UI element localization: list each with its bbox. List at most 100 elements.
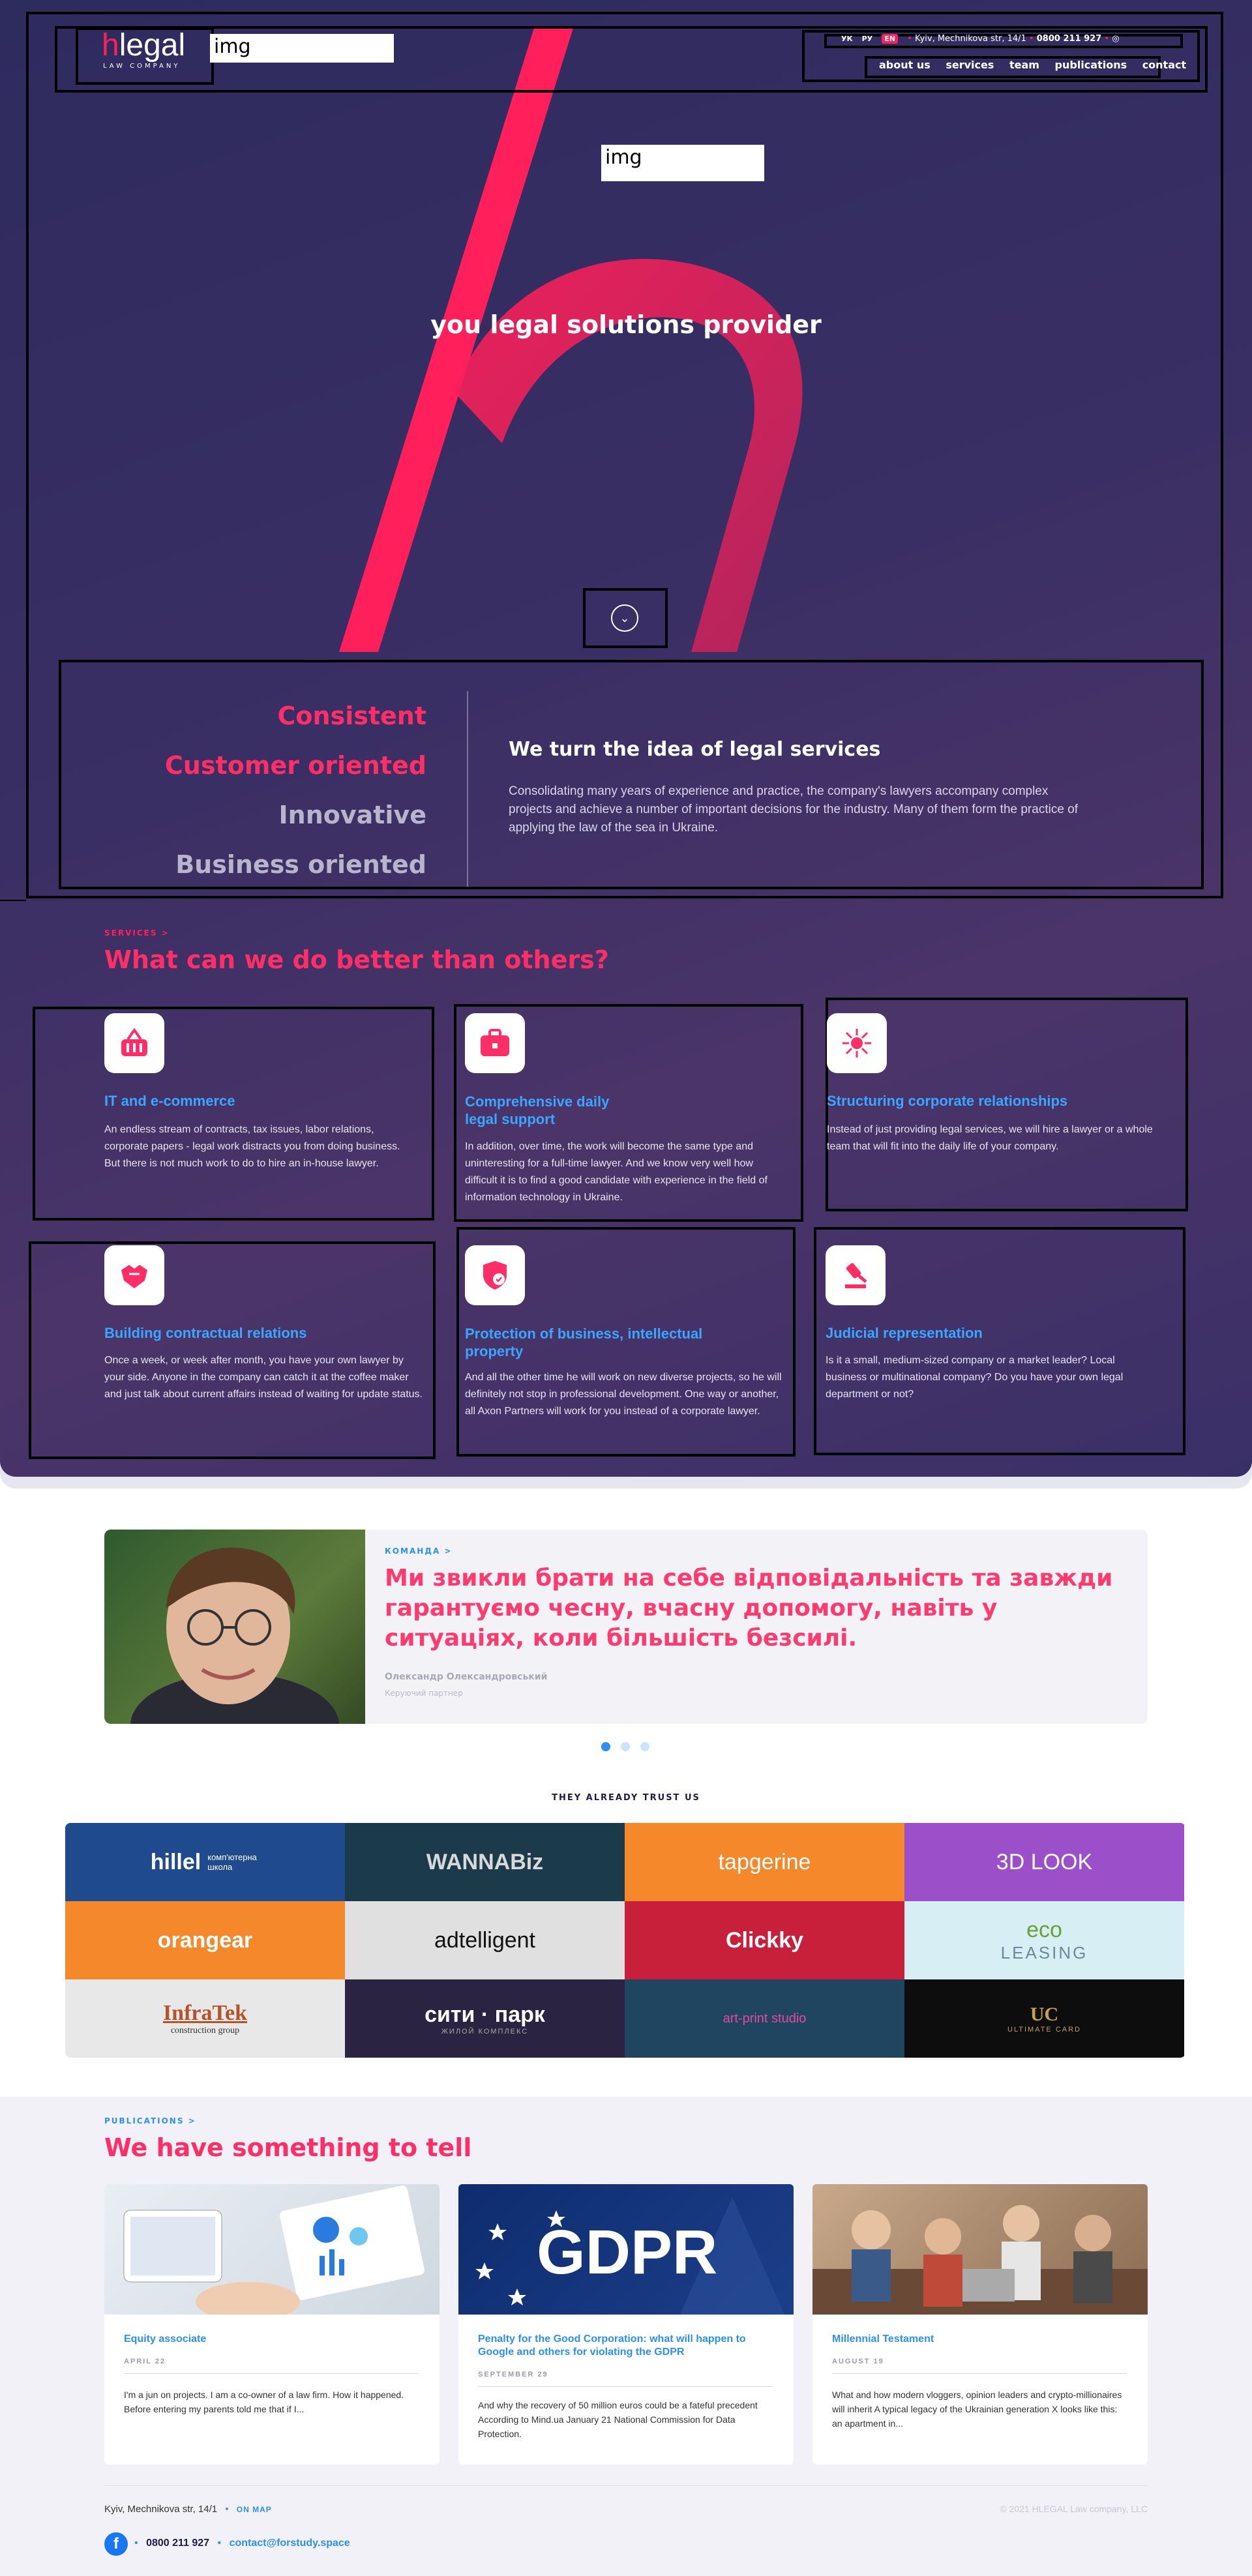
footer-bullet: • (225, 2504, 229, 2515)
client-logo-name: InfraTek (162, 2001, 248, 2025)
publication-title[interactable]: Penalty for the Good Corporation: what w… (478, 2333, 778, 2359)
logo[interactable]: hlegal LAW COMPANY (102, 29, 185, 70)
nav-about[interactable]: about us (879, 59, 931, 71)
gavel-icon (826, 1245, 886, 1305)
client-logo-name: adtelligent (434, 1927, 535, 1953)
service-card-outline (29, 1241, 436, 1459)
lang-ru[interactable]: РУ (862, 35, 873, 43)
trust-logo-grid: hillel комп'ютерна школа WANNABiz tapgeri… (65, 1823, 1185, 2058)
shopping-basket-icon (104, 1013, 164, 1073)
publications-heading: We have something to tell (104, 2133, 472, 2162)
service-text: Once a week, or week after month, you ha… (104, 1355, 423, 1400)
client-logo-3dlook[interactable]: 3D LOOK (904, 1823, 1184, 1901)
client-logo-eco-leasing[interactable]: eco LEASING (904, 1901, 1184, 1979)
client-logo-hillel[interactable]: hillel комп'ютерна школа (65, 1823, 345, 1901)
nav-team[interactable]: team (1009, 59, 1039, 71)
publication-card[interactable]: Equity associate APRIL 22 I'm a jun on p… (104, 2184, 440, 2465)
nav-contact[interactable]: contact (1142, 59, 1186, 71)
team-role: Керуючий партнер (385, 1689, 463, 1698)
footer-address: Kyiv, Mechnikova str, 14/1 (104, 2504, 218, 2515)
client-logo-art-print[interactable]: art-print studio (625, 1979, 904, 2058)
briefcase-icon (465, 1013, 525, 1073)
trust-heading: THEY ALREADY TRUST US (552, 1793, 700, 1803)
services-kicker[interactable]: SERVICES > (104, 928, 170, 938)
service-text: In addition, over time, the work will be… (465, 1141, 768, 1203)
publication-image: GDPR (458, 2184, 794, 2315)
globe-icon[interactable]: ◎ (1112, 34, 1119, 44)
client-logo-name: Clickky (725, 1927, 804, 1953)
value-customer-oriented: Customer oriented (164, 751, 426, 780)
team-kicker[interactable]: КОМАНДА > (385, 1547, 453, 1556)
divider (478, 2386, 773, 2387)
team-name: Олександр Олександровський (385, 1672, 548, 1682)
carousel-dot[interactable] (621, 1742, 630, 1751)
carousel-dot-active[interactable] (601, 1742, 610, 1751)
lang-en[interactable]: EN (882, 34, 899, 44)
lang-uk[interactable]: УК (841, 35, 852, 43)
client-logo-orangear[interactable]: orangear (65, 1901, 345, 1979)
publications-kicker[interactable]: PUBLICATIONS > (104, 2116, 196, 2125)
client-logo-clickky[interactable]: Clickky (625, 1901, 904, 1979)
service-title[interactable]: Judicial representation (826, 1325, 1165, 1342)
footer-bullet: • (134, 2538, 138, 2549)
header-phone[interactable]: 0800 211 927 (1037, 34, 1102, 44)
nav-publications[interactable]: publications (1055, 59, 1127, 71)
publication-card[interactable]: Millennial Testament AUGUST 19 What and … (812, 2184, 1148, 2465)
topline-bullet: • (1104, 34, 1110, 44)
client-logo-tapgerine[interactable]: tapgerine (625, 1823, 904, 1901)
footer-map-link[interactable]: ON MAP (237, 2505, 272, 2514)
service-title[interactable]: Structuring corporate relationships (827, 1093, 1166, 1110)
client-logo-sub: ULTIMATE CARD (1007, 2026, 1081, 2034)
client-logo-name: WANNABiz (426, 1849, 544, 1874)
services-heading: What can we do better than others? (104, 945, 609, 974)
service-text: Instead of just providing legal services… (827, 1124, 1153, 1152)
logo-text: legal (119, 28, 186, 63)
client-logo-ultimate-card[interactable]: UC ULTIMATE CARD (904, 1979, 1184, 2058)
client-logo-name: tapgerine (718, 1849, 811, 1874)
carousel-dot[interactable] (640, 1742, 649, 1751)
hero-tagline: you legal solutions provider (430, 310, 822, 339)
logo-h: h (102, 28, 119, 63)
chevron-down-icon[interactable]: ⌄ (611, 604, 638, 632)
footer-divider (104, 2485, 1148, 2486)
client-logo-adtelligent[interactable]: adtelligent (345, 1901, 625, 1979)
footer-bullet: • (217, 2538, 222, 2549)
publication-text: What and how modern vloggers, opinion le… (832, 2390, 1122, 2429)
service-title[interactable]: Comprehensive daily legal support (465, 1093, 634, 1128)
publication-date: APRIL 22 (124, 2358, 166, 2365)
topline-bullet: • (907, 34, 912, 44)
team-photo (104, 1530, 365, 1724)
client-logo-name: hillel (150, 1849, 201, 1874)
client-logo-city-park[interactable]: сити · парк ЖИЛОЙ КОМПЛЕКС (345, 1979, 625, 2058)
header-address[interactable]: Kyiv, Mechnikova str, 14/1 (915, 34, 1026, 44)
value-innovative: Innovative (278, 801, 427, 829)
publication-text: I'm a jun on projects. I am a co-owner o… (124, 2390, 404, 2414)
footer-copyright: © 2021 HLEGAL Law company, LLC (1000, 2504, 1148, 2514)
image-placeholder: img (601, 145, 764, 181)
divider (124, 2373, 419, 2374)
values-divider (467, 691, 468, 887)
footer-contacts: • 0800 211 927 • contact@forstudy.space (134, 2538, 350, 2549)
service-card-outline (33, 1007, 434, 1221)
client-logo-wannabiz[interactable]: WANNABiz (345, 1823, 625, 1901)
nav-services[interactable]: services (946, 59, 994, 71)
topline: УК РУ EN • Kyiv, Mechnikova str, 14/1 • … (841, 34, 1120, 44)
publication-title[interactable]: Equity associate (124, 2333, 417, 2346)
publication-title[interactable]: Millennial Testament (832, 2333, 1125, 2346)
service-title[interactable]: IT and e-commerce (104, 1093, 417, 1110)
client-logo-name: сити · парк (425, 2002, 545, 2027)
publication-image (104, 2184, 440, 2321)
client-logo-infratek[interactable]: InfraTek construction group (65, 1979, 345, 2058)
facebook-icon[interactable]: f (104, 2532, 128, 2556)
publication-text: And why the recovery of 50 million euros… (478, 2400, 758, 2439)
footer-email[interactable]: contact@forstudy.space (230, 2538, 350, 2549)
client-logo-name: orangear (157, 1927, 253, 1953)
client-logo-sub: construction group (170, 2026, 240, 2036)
service-title[interactable]: Protection of business, intellectual pro… (465, 1325, 739, 1360)
service-text: An endless stream of contracts, tax issu… (104, 1124, 400, 1169)
service-title[interactable]: Building contractual relations (104, 1325, 417, 1342)
client-logo-name: UC (1030, 2004, 1059, 2025)
footer-phone[interactable]: 0800 211 927 (146, 2538, 209, 2549)
footer-address-line: Kyiv, Mechnikova str, 14/1 • ON MAP (104, 2504, 272, 2515)
publication-card[interactable]: GDPR Penalty for the Good Corporation: w… (458, 2184, 794, 2465)
